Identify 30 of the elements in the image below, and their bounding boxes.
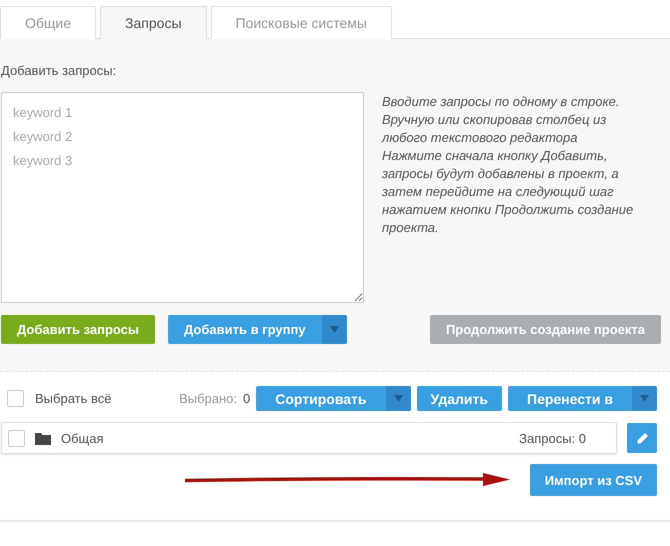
pencil-icon — [636, 432, 648, 444]
hint-text: Нажмите сначала кнопку Добавить, запросы будут добавлены в проект, а затем перейдите на следующий шаг нажатием кнопки Продолжить создание проекта. — [382, 147, 634, 237]
button[interactable]: Добавить запросы — [1, 315, 155, 344]
query-count: Запросы: 0 — [519, 430, 586, 446]
group-row[interactable]: Общая Запросы: 0 — [1, 422, 617, 454]
caret-icon — [394, 395, 403, 402]
checkbox[interactable] — [8, 430, 25, 446]
hint-text: Вводите запросы по одному в строке. Вручную или скопировав столбец из любого текстового редактора — [382, 93, 620, 147]
selected-count: 0 — [243, 391, 250, 406]
selected-label: Выбрано: — [179, 391, 238, 406]
dropdown-button[interactable]: Добавить в группу — [168, 315, 322, 344]
group-name: Общая — [61, 430, 104, 446]
dropdown-button[interactable]: Сортировать — [256, 386, 386, 411]
checkbox[interactable] — [7, 390, 24, 407]
caret-icon — [330, 326, 339, 333]
button[interactable]: Удалить — [416, 386, 502, 411]
tab[interactable]: Запросы — [100, 6, 207, 39]
query-input[interactable]: keyword 1 keyword 2 keyword 3 — [1, 92, 364, 303]
caret-icon — [640, 395, 649, 402]
tab[interactable]: Поисковые системы — [210, 6, 392, 39]
dropdown-toggle[interactable] — [386, 386, 411, 411]
dropdown-button[interactable]: Перенести в — [508, 386, 632, 411]
dropdown-toggle[interactable] — [322, 315, 347, 344]
dropdown-toggle[interactable] — [632, 386, 657, 411]
field-label: Добавить запросы: — [1, 63, 118, 78]
edit-button[interactable] — [627, 423, 657, 453]
folder-icon — [35, 432, 51, 444]
select-all-label: Выбрать всё — [35, 391, 112, 406]
import-button[interactable]: Импорт из CSV — [530, 464, 657, 496]
tab[interactable]: Общие — [0, 6, 96, 39]
